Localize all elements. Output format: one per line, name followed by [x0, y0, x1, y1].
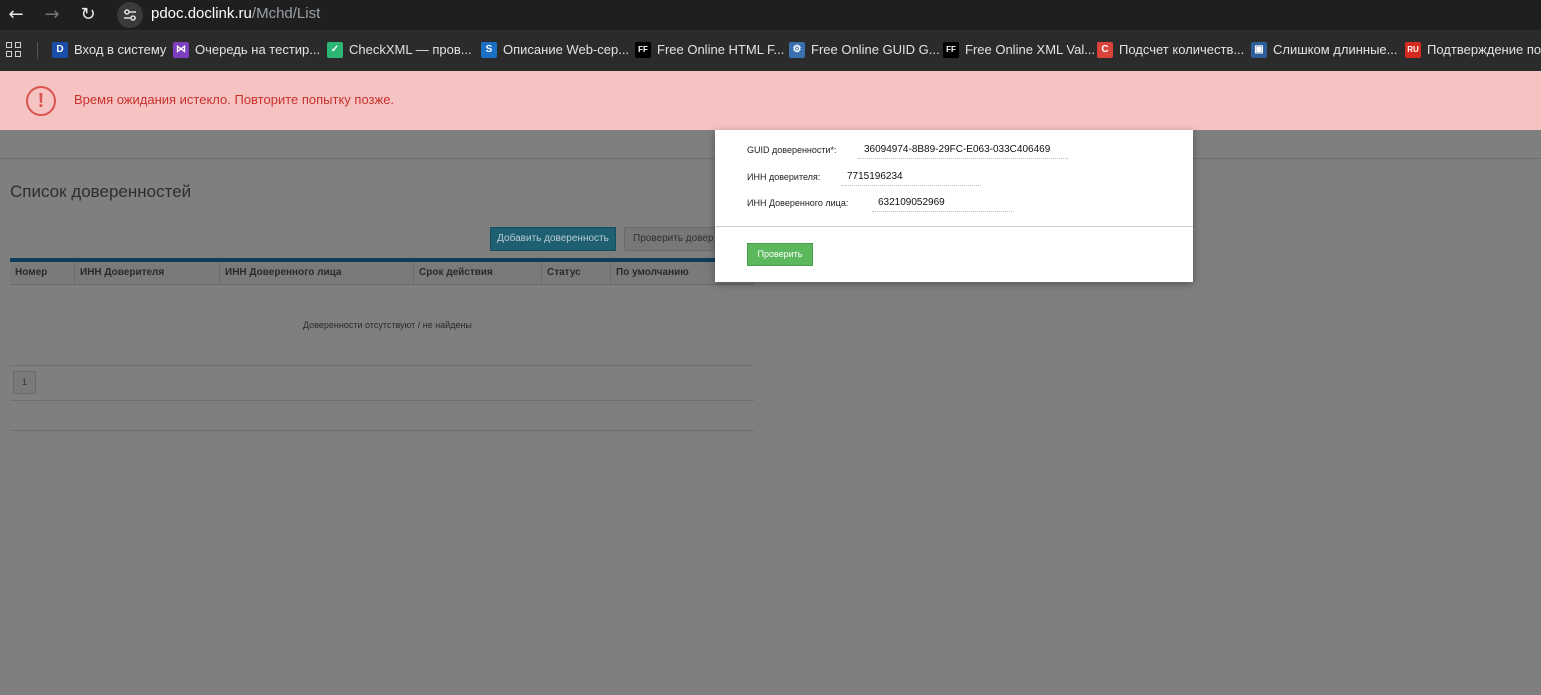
bookmark-favicon-icon: ⋈ [173, 42, 189, 58]
bookmark-favicon-icon: D [52, 42, 68, 58]
bookmark-label: Вход в систему [74, 42, 167, 57]
address-bar[interactable]: pdoc.doclink.ru/Mchd/List [151, 5, 320, 23]
verify-button[interactable]: Проверить [747, 243, 813, 266]
footer-divider [10, 430, 754, 431]
column-header-principal-inn[interactable]: ИНН Доверителя [75, 262, 220, 285]
column-header-agent-inn[interactable]: ИНН Доверенного лица [220, 262, 414, 285]
principal-inn-input[interactable]: 7715196234 [841, 170, 981, 186]
check-power-of-attorney-modal: GUID доверенности*: 36094974-8B89-29FC-E… [715, 130, 1193, 282]
principal-inn-label: ИНН доверителя: [747, 172, 821, 182]
site-info-icon[interactable] [117, 2, 143, 28]
bookmarks-separator [37, 42, 38, 59]
column-header-status[interactable]: Статус [542, 262, 611, 285]
bookmark-favicon-icon: RU [1405, 42, 1421, 58]
bookmark-favicon-icon: ⚙ [789, 42, 805, 58]
agent-inn-input[interactable]: 632109052969 [872, 196, 1014, 212]
bookmark-label: Очередь на тестир... [195, 42, 321, 57]
bookmark-label: Описание Web-сер... [503, 42, 630, 57]
bookmark-label: Free Online GUID G... [811, 42, 940, 57]
bookmark-favicon-icon: FF [635, 42, 651, 58]
bookmark-favicon-icon: ▣ [1251, 42, 1267, 58]
bookmark-favicon-icon: ✓ [327, 42, 343, 58]
agent-inn-label: ИНН Доверенного лица: [747, 198, 849, 208]
url-path: /Mchd/List [251, 5, 321, 22]
browser-toolbar: ← → ↻ pdoc.doclink.ru/Mchd/List [0, 0, 1541, 30]
modal-divider [715, 226, 1193, 227]
bookmark-favicon-icon: FF [943, 42, 959, 58]
bookmark-label: Слишком длинные... [1273, 42, 1398, 57]
bookmark-label: Free Online XML Val... [965, 42, 1096, 57]
guid-input[interactable]: 36094974-8B89-29FC-E063-033C406469 [858, 143, 1068, 159]
table-header: Номер ИНН Доверителя ИНН Доверенного лиц… [10, 262, 754, 285]
table-bottom-divider [10, 365, 754, 366]
reload-icon[interactable]: ↻ [76, 3, 100, 27]
bookmark-label: Подсчет количеств... [1119, 42, 1245, 57]
bookmarks-bar: D Вход в систему ⋈ Очередь на тестир... ✓ Che… [0, 30, 1541, 71]
exclamation-icon: ! [26, 86, 56, 116]
check-power-of-attorney-button[interactable]: Проверить доверенность [624, 227, 715, 251]
back-icon[interactable]: ← [4, 3, 28, 27]
pagination-page-1[interactable]: 1 [13, 371, 36, 394]
add-power-of-attorney-button[interactable]: Добавить доверенность [490, 227, 616, 251]
column-header-number[interactable]: Номер [10, 262, 75, 285]
apps-icon[interactable] [6, 42, 22, 58]
table-empty-message: Доверенности отсутствуют / не найдены [303, 320, 472, 330]
bookmark-favicon-icon: C [1097, 42, 1113, 58]
forward-icon[interactable]: → [40, 3, 64, 27]
alert-message: Время ожидания истекло. Повторите попытк… [74, 92, 395, 107]
pager-divider [10, 400, 754, 401]
bookmark-label: Подтверждение по... [1427, 42, 1541, 57]
guid-label: GUID доверенности*: [747, 145, 837, 155]
column-header-validity[interactable]: Срок действия [414, 262, 542, 285]
bookmark-label: CheckXML — пров... [349, 42, 472, 57]
url-host: pdoc.doclink.ru [151, 5, 252, 22]
bookmark-label: Free Online HTML F... [657, 42, 785, 57]
bookmark-favicon-icon: S [481, 42, 497, 58]
page-title: Список доверенностей [10, 182, 192, 201]
